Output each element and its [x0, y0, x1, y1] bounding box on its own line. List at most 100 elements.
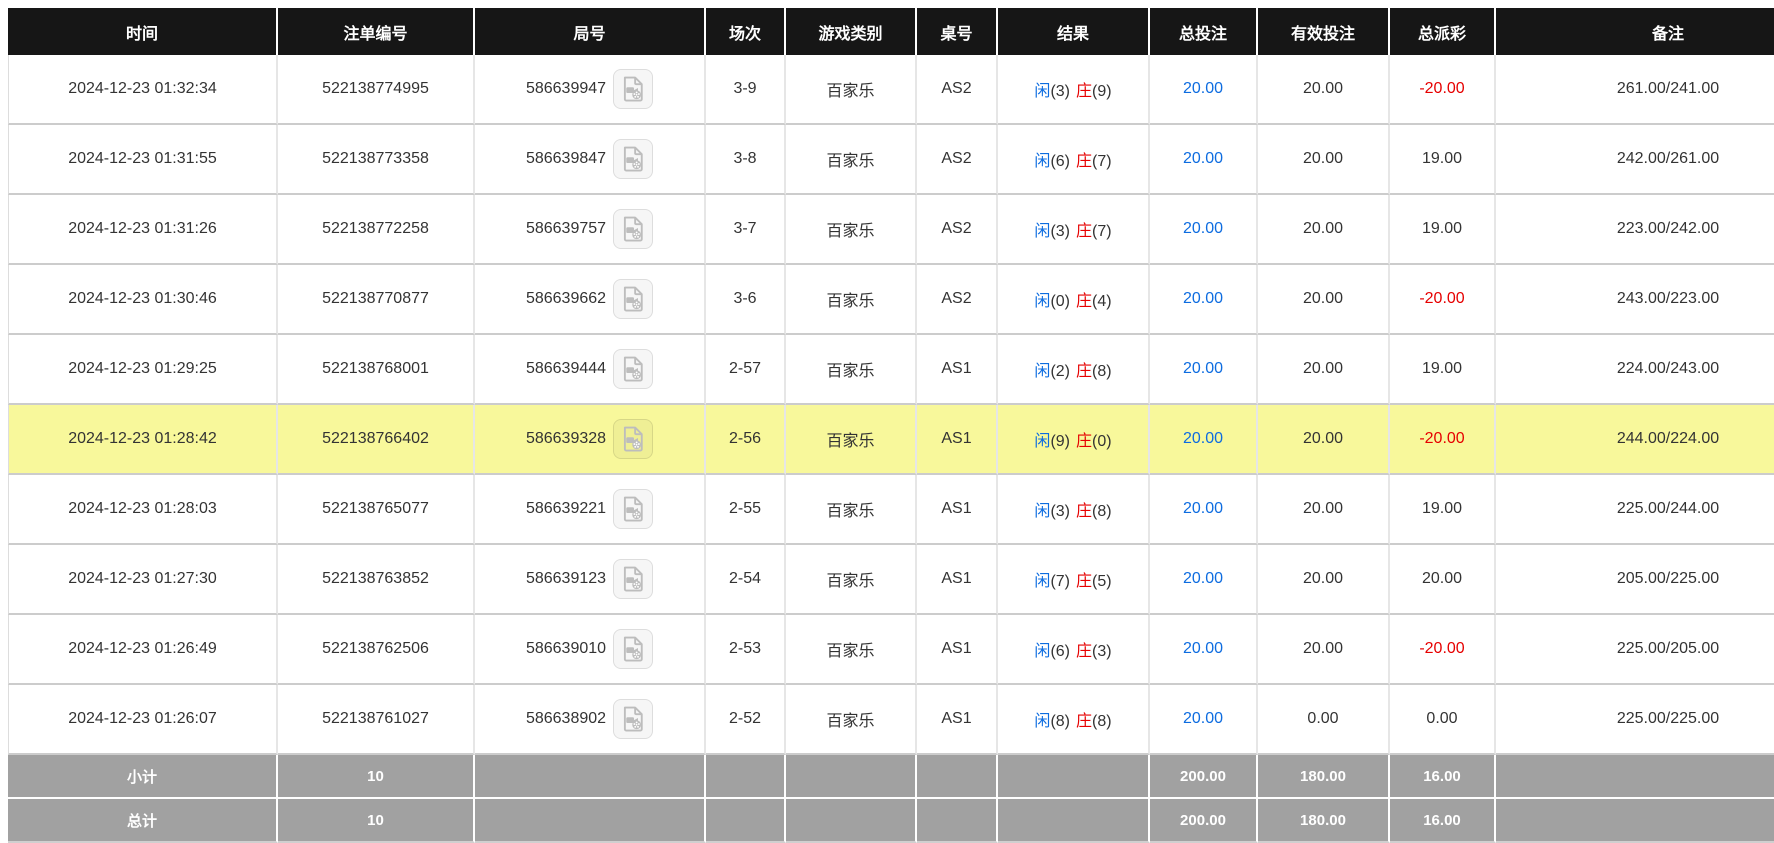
remark-cell: 224.00/243.00 [1496, 335, 1774, 405]
table-no-cell: AS1 [917, 545, 998, 615]
payout-cell: 19.00 [1390, 125, 1496, 195]
time-cell: 2024-12-23 01:27:30 [8, 545, 278, 615]
time-cell: 2024-12-23 01:26:07 [8, 685, 278, 755]
session-cell: 2-55 [706, 475, 786, 545]
table-row: 2024-12-23 01:26:07 522138761027 5866389… [8, 685, 1774, 755]
video-file-icon [618, 214, 648, 244]
total-bet-cell: 20.00 [1150, 405, 1258, 475]
video-file-icon [618, 564, 648, 594]
valid-bet-cell: 20.00 [1258, 405, 1390, 475]
video-replay-button[interactable] [613, 139, 653, 179]
total-empty-cell [706, 799, 786, 843]
round-id: 586639221 [526, 500, 606, 518]
subtotal-count: 10 [278, 755, 475, 799]
total-empty-cell [475, 799, 706, 843]
total-valid-bet: 180.00 [1258, 799, 1390, 843]
column-header-session: 场次 [706, 8, 786, 55]
total-payout: 16.00 [1390, 799, 1496, 843]
result-cell: 闲(3)庄(7) [998, 195, 1150, 265]
subtotal-payout: 16.00 [1390, 755, 1496, 799]
player-label: 闲 [1034, 713, 1050, 730]
video-replay-button[interactable] [613, 69, 653, 109]
banker-score: (3) [1092, 643, 1112, 660]
video-replay-button[interactable] [613, 349, 653, 389]
total-bet-cell: 20.00 [1150, 195, 1258, 265]
subtotal-empty-cell [475, 755, 706, 799]
round-id: 586639662 [526, 290, 606, 308]
subtotal-total-bet: 200.00 [1150, 755, 1258, 799]
player-label: 闲 [1034, 503, 1050, 520]
video-file-icon [618, 704, 648, 734]
payout-cell: -20.00 [1390, 405, 1496, 475]
remark-cell: 225.00/244.00 [1496, 475, 1774, 545]
result-cell: 闲(6)庄(3) [998, 615, 1150, 685]
round-cell: 586639947 [475, 55, 706, 125]
subtotal-empty-cell [706, 755, 786, 799]
round-id: 586639328 [526, 430, 606, 448]
time-cell: 2024-12-23 01:28:03 [8, 475, 278, 545]
valid-bet-cell: 20.00 [1258, 125, 1390, 195]
video-replay-button[interactable] [613, 489, 653, 529]
bet-id-cell: 522138774995 [278, 55, 475, 125]
table-row: 2024-12-23 01:28:42 522138766402 5866393… [8, 405, 1774, 475]
column-header-game-type: 游戏类别 [786, 8, 917, 55]
payout-cell: 20.00 [1390, 545, 1496, 615]
column-header-result: 结果 [998, 8, 1150, 55]
bet-id-cell: 522138772258 [278, 195, 475, 265]
column-header-total-bet: 总投注 [1150, 8, 1258, 55]
table-no-cell: AS1 [917, 475, 998, 545]
session-cell: 2-52 [706, 685, 786, 755]
remark-cell: 225.00/205.00 [1496, 615, 1774, 685]
subtotal-row: 小计 10 200.00 180.00 16.00 [8, 755, 1774, 799]
time-cell: 2024-12-23 01:28:42 [8, 405, 278, 475]
table-row: 2024-12-23 01:28:03 522138765077 5866392… [8, 475, 1774, 545]
player-label: 闲 [1034, 153, 1050, 170]
game-type-cell: 百家乐 [786, 405, 917, 475]
table-footer: 小计 10 200.00 180.00 16.00 总计 10 [8, 755, 1774, 843]
result-cell: 闲(3)庄(8) [998, 475, 1150, 545]
remark-cell: 223.00/242.00 [1496, 195, 1774, 265]
total-bet-cell: 20.00 [1150, 55, 1258, 125]
banker-label: 庄 [1076, 363, 1092, 380]
video-replay-button[interactable] [613, 419, 653, 459]
session-cell: 2-54 [706, 545, 786, 615]
session-cell: 3-7 [706, 195, 786, 265]
round-cell: 586638902 [475, 685, 706, 755]
valid-bet-cell: 20.00 [1258, 475, 1390, 545]
video-replay-button[interactable] [613, 699, 653, 739]
table-row: 2024-12-23 01:29:25 522138768001 5866394… [8, 335, 1774, 405]
banker-score: (7) [1092, 223, 1112, 240]
bet-id-cell: 522138763852 [278, 545, 475, 615]
total-bet-cell: 20.00 [1150, 335, 1258, 405]
game-type-cell: 百家乐 [786, 335, 917, 405]
time-cell: 2024-12-23 01:26:49 [8, 615, 278, 685]
banker-label: 庄 [1076, 643, 1092, 660]
session-cell: 2-53 [706, 615, 786, 685]
column-header-payout: 总派彩 [1390, 8, 1496, 55]
total-empty-cell [1496, 799, 1774, 843]
player-score: (0) [1050, 293, 1070, 310]
video-file-icon [618, 354, 648, 384]
round-cell: 586639444 [475, 335, 706, 405]
player-score: (3) [1050, 503, 1070, 520]
video-file-icon [618, 74, 648, 104]
video-file-icon [618, 284, 648, 314]
subtotal-empty-cell [1496, 755, 1774, 799]
player-label: 闲 [1034, 433, 1050, 450]
table-row: 2024-12-23 01:31:55 522138773358 5866398… [8, 125, 1774, 195]
subtotal-label: 小计 [8, 755, 278, 799]
result-cell: 闲(2)庄(8) [998, 335, 1150, 405]
banker-score: (8) [1092, 713, 1112, 730]
video-replay-button[interactable] [613, 209, 653, 249]
valid-bet-cell: 20.00 [1258, 335, 1390, 405]
video-replay-button[interactable] [613, 559, 653, 599]
banker-score: (0) [1092, 433, 1112, 450]
valid-bet-cell: 20.00 [1258, 55, 1390, 125]
column-header-time: 时间 [8, 8, 278, 55]
subtotal-empty-cell [917, 755, 998, 799]
player-score: (7) [1050, 573, 1070, 590]
video-replay-button[interactable] [613, 279, 653, 319]
bet-id-cell: 522138768001 [278, 335, 475, 405]
game-type-cell: 百家乐 [786, 685, 917, 755]
video-replay-button[interactable] [613, 629, 653, 669]
